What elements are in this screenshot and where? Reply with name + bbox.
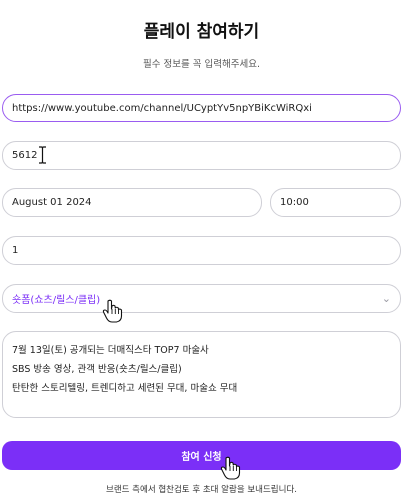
submit-button-label: 참여 신청 [181, 452, 222, 463]
submit-button[interactable]: 참여 신청 [2, 441, 401, 470]
join-play-page: 플레이 참여하기 필수 정보를 꼭 입력해주세요. https://www.yo… [0, 0, 403, 504]
page-subtitle: 필수 정보를 꼭 입력해주세요. [143, 59, 260, 70]
hand-pointer-icon [220, 456, 241, 480]
content-type-value: 숏폼(쇼츠/릴스/클립) [12, 295, 101, 306]
description-line-2: SBS 방송 영상, 관객 반응(숏츠/릴스/클립) [12, 364, 182, 375]
content-type-select[interactable]: 숏폼(쇼츠/릴스/클립) ⌄ [2, 284, 401, 313]
channel-url-value: https://www.youtube.com/channel/UCyptYv5… [12, 102, 312, 114]
date-input[interactable]: August 01 2024 [2, 188, 262, 217]
date-value: August 01 2024 [12, 197, 92, 208]
channel-url-input[interactable]: https://www.youtube.com/channel/UCyptYv5… [2, 94, 401, 122]
chevron-down-icon[interactable]: ⌄ [382, 292, 391, 305]
i-beam-cursor-icon [39, 146, 46, 164]
time-value: 10:00 [280, 197, 309, 208]
number-value: 5612 [12, 150, 38, 161]
number-input[interactable]: 5612 [2, 141, 401, 170]
count-value: 1 [12, 245, 19, 256]
page-title: 플레이 참여하기 [143, 22, 260, 42]
time-input[interactable]: 10:00 [270, 188, 401, 217]
description-line-3: 탄탄한 스토리텔링, 트렌디하고 세련된 무대, 마술쇼 무대 [12, 383, 238, 394]
count-input[interactable]: 1 [2, 236, 401, 265]
description-textarea[interactable]: 7월 13일(토) 공개되는 더매직스타 TOP7 마술사 SBS 방송 영상,… [2, 331, 401, 418]
description-line-1: 7월 13일(토) 공개되는 더매직스타 TOP7 마술사 [12, 345, 209, 356]
footnote-text: 브랜드 측에서 협찬검토 후 초대 알람을 보내드립니다. [106, 485, 297, 495]
hand-pointer-icon [102, 299, 123, 323]
